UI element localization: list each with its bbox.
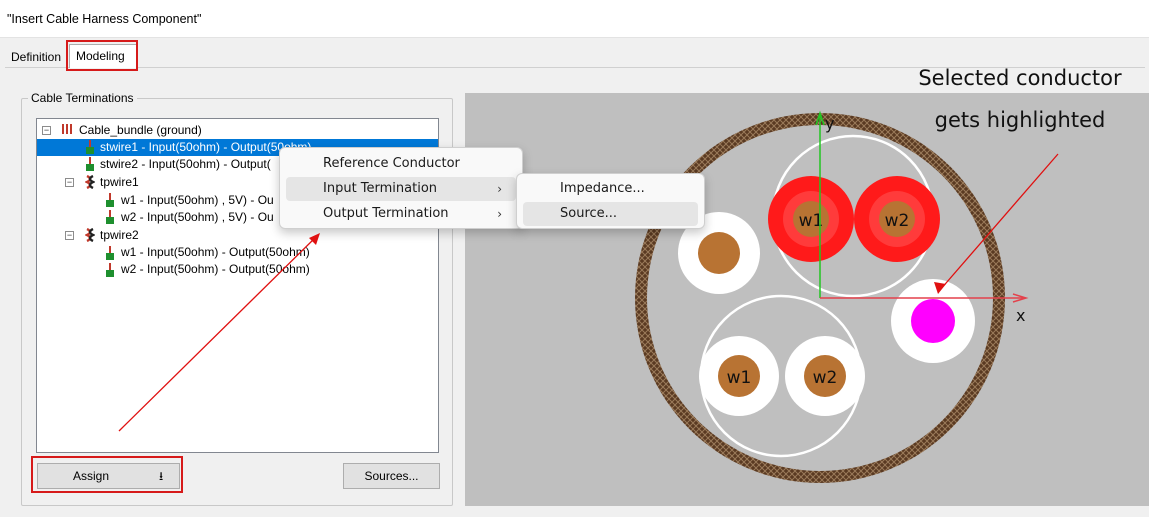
menu-item-label: Reference Conductor xyxy=(323,156,460,171)
chevron-right-icon: › xyxy=(497,207,502,221)
w2-label: w2 xyxy=(813,368,838,388)
assign-button[interactable]: Assign ⭳ xyxy=(37,463,180,489)
context-menu: Reference Conductor Input Termination › O… xyxy=(279,147,523,229)
menu-item-label: Impedance... xyxy=(560,181,645,196)
collapse-icon[interactable]: − xyxy=(65,231,74,240)
annotation-line-2: gets highlighted xyxy=(934,108,1106,132)
menu-item-label: Input Termination xyxy=(323,181,438,196)
cross-section-svg: w1 w2 w1 w2 y x xyxy=(635,110,1029,483)
tree-item-tpwire1-w2[interactable]: w2 - Input(50ohm) , 5V) - Ou xyxy=(121,209,274,226)
bundle-icon xyxy=(62,124,72,134)
annotation-line-1: Selected conductor xyxy=(918,66,1122,90)
window-title: "Insert Cable Harness Component" xyxy=(7,12,202,26)
menu-item-input-termination[interactable]: Input Termination › xyxy=(286,177,516,201)
tree-item-tpwire2-w1[interactable]: w1 - Input(50ohm) - Output(50ohm) xyxy=(121,244,310,261)
tab-definition[interactable]: Definition xyxy=(6,44,68,68)
group-label: Cable Terminations xyxy=(28,91,137,105)
input-termination-submenu: Impedance... Source... xyxy=(516,173,705,229)
tab-modeling[interactable]: Modeling xyxy=(69,44,138,68)
download-arrow-icon: ⭳ xyxy=(159,469,164,483)
tree-item-stwire2[interactable]: stwire2 - Input(50ohm) - Output( xyxy=(100,156,271,173)
twisted-pair-icon xyxy=(85,228,95,242)
tree-item-tpwire2[interactable]: tpwire2 xyxy=(100,227,139,244)
tree-item-tpwire1[interactable]: tpwire1 xyxy=(100,174,139,191)
title-bar: "Insert Cable Harness Component" xyxy=(0,0,1149,38)
assign-button-label: Assign xyxy=(73,469,110,483)
w1-label: w1 xyxy=(727,368,752,388)
wire-icon xyxy=(106,210,114,224)
wire-icon xyxy=(86,157,94,171)
menu-item-output-termination[interactable]: Output Termination › xyxy=(286,202,516,226)
menu-item-label: Source... xyxy=(560,206,618,221)
stwire-selected-conductor[interactable] xyxy=(911,299,955,343)
wire-icon xyxy=(106,263,114,277)
stwire-left-conductor[interactable] xyxy=(698,232,740,274)
wire-icon xyxy=(86,140,94,154)
cable-cross-section-viewer[interactable]: w1 w2 w1 w2 y x xyxy=(465,93,1149,506)
chevron-right-icon: › xyxy=(497,182,502,196)
tree-item-tpwire2-w2[interactable]: w2 - Input(50ohm) - Output(50ohm) xyxy=(121,261,310,278)
tree-item-cable-bundle[interactable]: Cable_bundle (ground) xyxy=(79,122,202,139)
y-axis-label: y xyxy=(825,114,834,133)
wire-icon xyxy=(106,193,114,207)
menu-item-reference-conductor[interactable]: Reference Conductor xyxy=(286,152,516,176)
collapse-icon[interactable]: − xyxy=(65,178,74,187)
tree-item-tpwire1-w1[interactable]: w1 - Input(50ohm) , 5V) - Ou xyxy=(121,192,274,209)
menu-item-source[interactable]: Source... xyxy=(523,202,698,226)
x-axis-label: x xyxy=(1016,306,1025,325)
twisted-pair-icon xyxy=(85,175,95,189)
menu-item-label: Output Termination xyxy=(323,206,449,221)
menu-item-impedance[interactable]: Impedance... xyxy=(523,177,698,201)
wire-icon xyxy=(106,246,114,260)
sources-button[interactable]: Sources... xyxy=(343,463,440,489)
collapse-icon[interactable]: − xyxy=(42,126,51,135)
w2-label: w2 xyxy=(885,211,910,231)
